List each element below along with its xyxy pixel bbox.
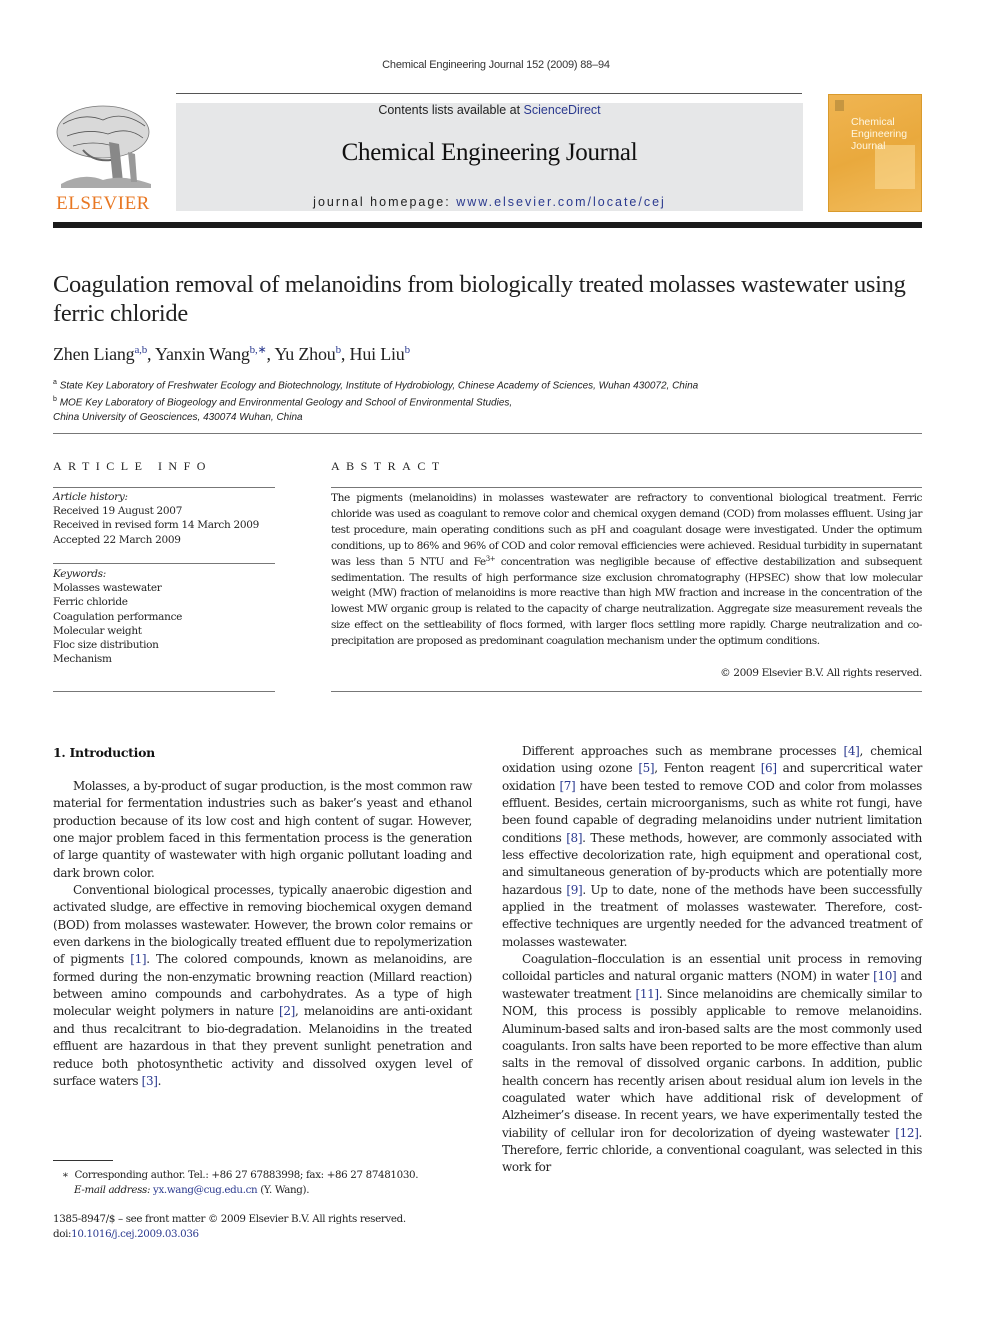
body-paragraph: Conventional biological processes, typic… — [53, 883, 472, 1088]
cover-logo-icon — [835, 100, 844, 111]
body-paragraph: Coagulation–flocculation is an essential… — [502, 952, 923, 1175]
elsevier-logo[interactable]: ELSEVIER — [53, 102, 153, 214]
affiliation: b MOE Key Laboratory of Biogeology and E… — [53, 396, 513, 409]
history-label: Article history: — [53, 491, 128, 503]
keywords-label: Keywords: — [53, 568, 106, 580]
article-title: Coagulation removal of melanoidins from … — [53, 271, 906, 327]
section-heading-introduction: 1. Introduction — [53, 745, 155, 760]
author-name: Yanxin Wang — [154, 344, 250, 364]
keyword: Molecular weight — [53, 624, 142, 637]
footnote-mark: ∗ — [62, 1169, 69, 1181]
affiliations: a State Key Laboratory of Freshwater Eco… — [53, 376, 913, 425]
divider — [331, 691, 922, 692]
citation-link[interactable]: [7] — [559, 779, 575, 793]
heavy-rule — [53, 222, 922, 228]
citation-link[interactable]: [1] — [130, 952, 146, 966]
email-link[interactable]: yx.wang@cug.edu.cn — [153, 1184, 258, 1196]
citation-link[interactable]: [12] — [895, 1126, 919, 1140]
elsevier-tree-icon — [56, 105, 151, 188]
divider — [53, 433, 922, 434]
article-history: Article history: Received 19 August 2007… — [53, 490, 275, 547]
divider — [53, 563, 275, 564]
cover-title-line: Engineering — [851, 128, 908, 140]
citation-link[interactable]: [5] — [638, 761, 654, 775]
keywords: Keywords: Molasses wastewater Ferric chl… — [53, 567, 275, 666]
keyword: Ferric chloride — [53, 596, 128, 609]
history-item: Accepted 22 March 2009 — [53, 533, 181, 546]
divider — [53, 487, 275, 488]
sciencedirect-link[interactable]: ScienceDirect — [524, 103, 601, 117]
citation-link[interactable]: [3] — [142, 1074, 158, 1088]
article-info-heading: ARTICLE INFO — [53, 459, 212, 473]
author-name: Zhen Liang — [53, 344, 135, 364]
masthead: Contents lists available at ScienceDirec… — [176, 103, 803, 211]
issn-line: 1385-8947/$ – see front matter © 2009 El… — [53, 1213, 406, 1225]
contents-line: Contents lists available at ScienceDirec… — [176, 103, 803, 117]
footnote-line: ∗ Corresponding author. Tel.: +86 27 678… — [62, 1169, 419, 1181]
body-paragraph: Different approaches such as membrane pr… — [502, 744, 923, 949]
history-item: Received in revised form 14 March 2009 — [53, 519, 259, 532]
body-column-left: Molasses, a by-product of sugar producti… — [53, 778, 472, 1090]
history-item: Received 19 August 2007 — [53, 505, 183, 518]
doi-line: doi:10.1016/j.cej.2009.03.036 — [53, 1228, 199, 1240]
keyword: Molasses wastewater — [53, 582, 162, 595]
author-affiliation-mark[interactable]: a,b — [134, 344, 147, 356]
author-list: Zhen Lianga,b, Yanxin Wangb,∗, Yu Zhoub,… — [53, 344, 411, 364]
divider — [53, 691, 275, 692]
author-name: Hui Liu — [349, 344, 405, 364]
homepage-link[interactable]: www.elsevier.com/locate/cej — [456, 195, 666, 209]
footnote-rule — [53, 1160, 113, 1161]
affiliation: a State Key Laboratory of Freshwater Eco… — [53, 379, 699, 392]
top-rule — [176, 93, 802, 94]
citation-link[interactable]: [6] — [761, 761, 777, 775]
citation-link[interactable]: [10] — [873, 969, 897, 983]
journal-name: Chemical Engineering Journal — [341, 139, 638, 166]
cover-title-line: Journal — [851, 140, 886, 152]
author-name: Yu Zhou — [274, 344, 336, 364]
elsevier-wordmark: ELSEVIER — [56, 193, 150, 214]
cover-title: Chemical Engineering Journal — [851, 116, 907, 152]
running-head: Chemical Engineering Journal 152 (2009) … — [382, 59, 610, 71]
citation-link[interactable]: [11] — [636, 987, 660, 1001]
body-paragraph: Molasses, a by-product of sugar producti… — [53, 779, 472, 880]
body-column-right: Different approaches such as membrane pr… — [502, 743, 922, 1177]
keyword: Mechanism — [53, 653, 112, 666]
divider — [331, 487, 922, 488]
author-affiliation-mark[interactable]: b,∗ — [250, 344, 267, 356]
citation-link[interactable]: [2] — [279, 1004, 295, 1018]
author-affiliation-mark[interactable]: b — [405, 344, 411, 356]
corresponding-author-footnote: ∗ Corresponding author. Tel.: +86 27 678… — [62, 1168, 482, 1198]
citation-link[interactable]: [4] — [844, 744, 860, 758]
affiliation: China University of Geosciences, 430074 … — [53, 411, 303, 423]
keyword: Coagulation performance — [53, 610, 183, 623]
citation-link[interactable]: [8] — [566, 831, 582, 845]
front-matter: 1385-8947/$ – see front matter © 2009 El… — [53, 1212, 493, 1242]
homepage-prefix: journal homepage: — [313, 195, 457, 209]
keyword: Floc size distribution — [53, 639, 159, 652]
doi-link[interactable]: 10.1016/j.cej.2009.03.036 — [71, 1228, 199, 1240]
homepage-line: journal homepage: www.elsevier.com/locat… — [176, 195, 803, 209]
contents-prefix: Contents lists available at — [378, 103, 524, 117]
abstract-copyright: © 2009 Elsevier B.V. All rights reserved… — [720, 667, 922, 679]
author-affiliation-mark[interactable]: b — [336, 344, 342, 356]
abstract-text: The pigments (melanoidins) in molasses w… — [331, 492, 922, 648]
citation-link[interactable]: [9] — [566, 883, 582, 897]
abstract-heading: ABSTRACT — [331, 459, 446, 473]
journal-cover-image[interactable]: Chemical Engineering Journal — [828, 94, 922, 212]
cover-title-line: Chemical — [851, 116, 895, 128]
footnote-email-line: E-mail address: yx.wang@cug.edu.cn (Y. W… — [74, 1184, 310, 1196]
